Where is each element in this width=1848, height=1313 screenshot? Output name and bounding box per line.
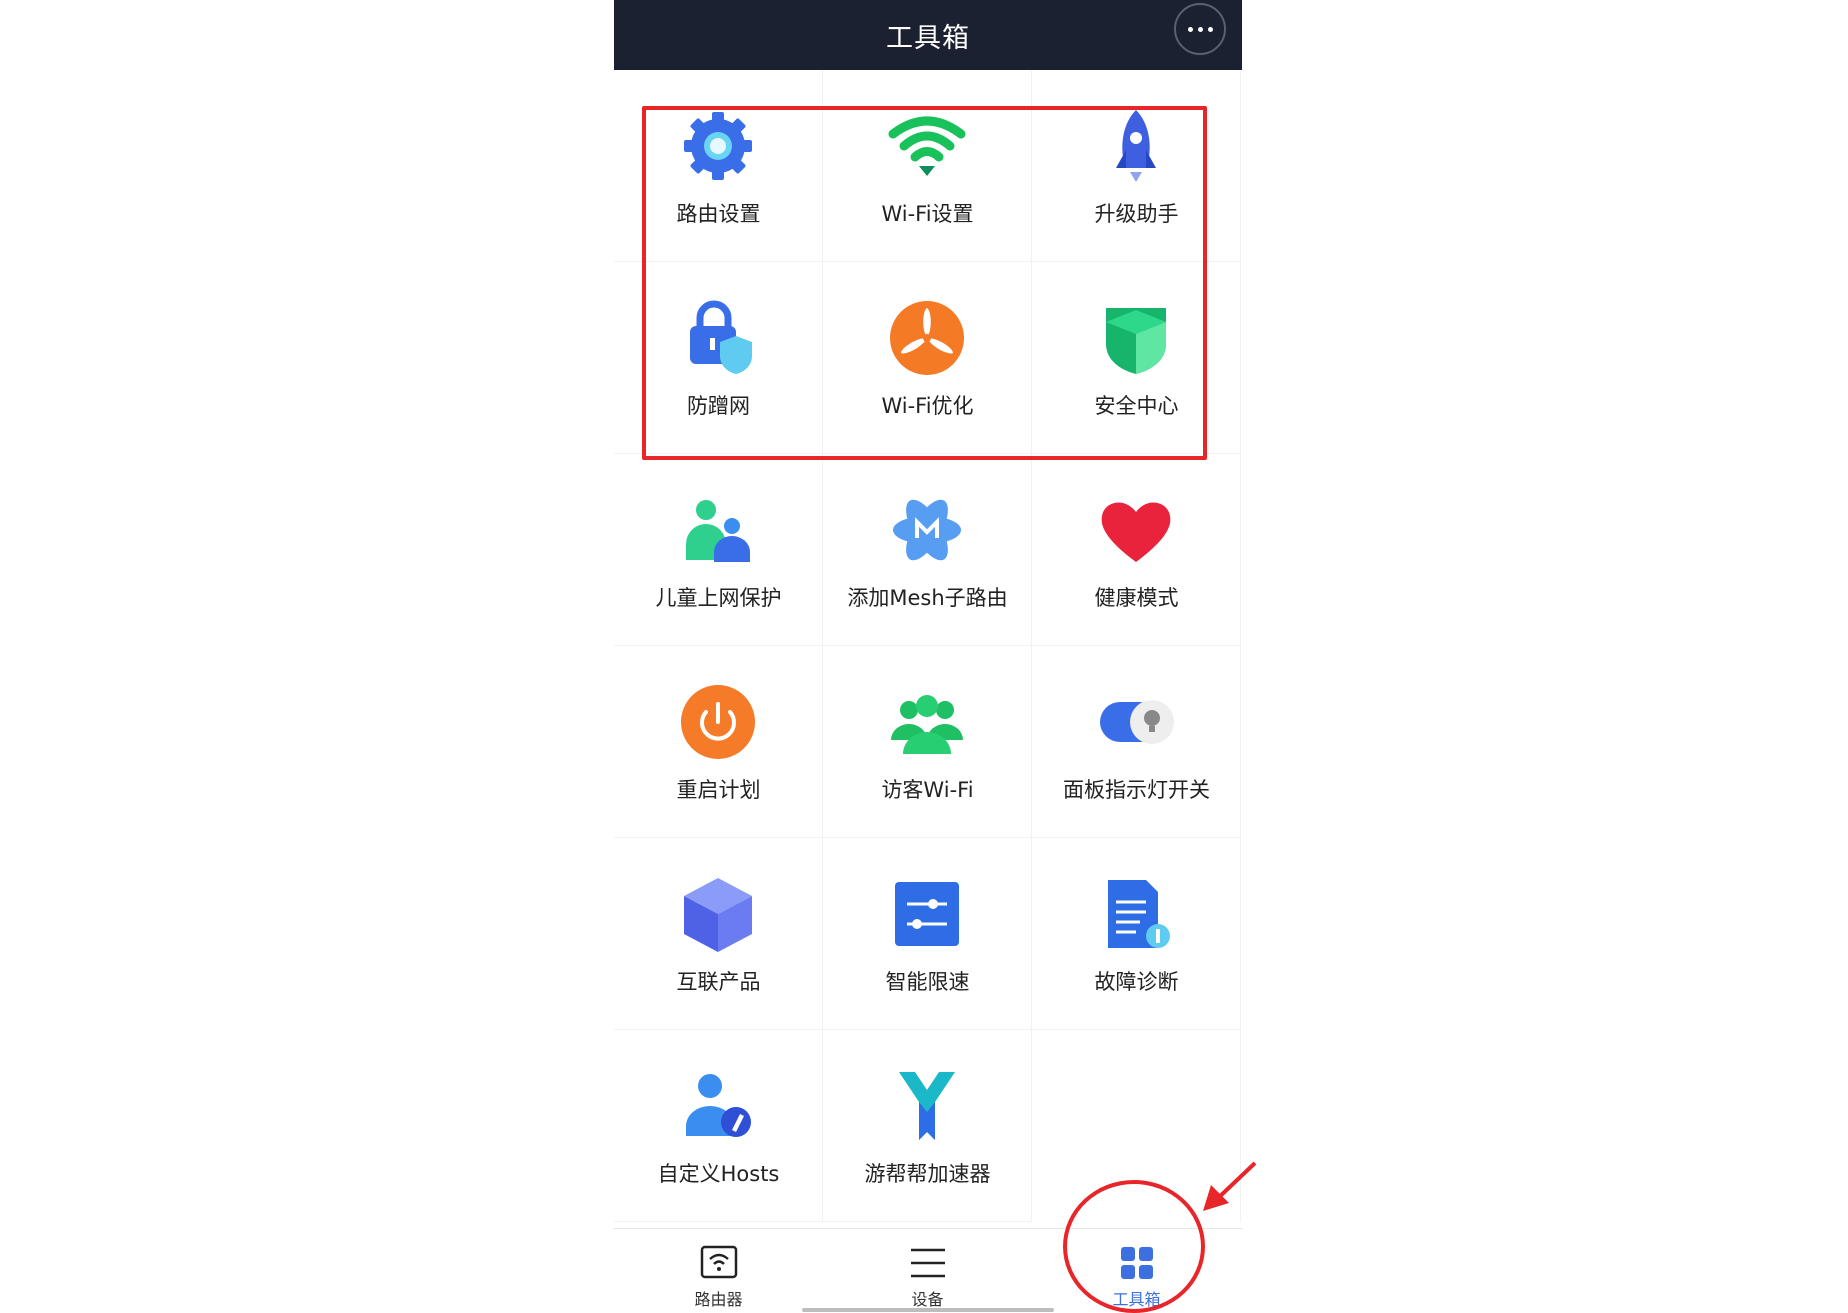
list-icon: [909, 1245, 947, 1281]
page-title: 工具箱: [886, 22, 970, 54]
tool-label: 防蹭网: [687, 394, 750, 418]
tool-item[interactable]: 面板指示灯开关: [1032, 646, 1241, 838]
tab-devices[interactable]: 设备: [823, 1229, 1032, 1312]
tool-label: 游帮帮加速器: [864, 1162, 991, 1186]
more-icon: [1187, 26, 1193, 32]
tool-item[interactable]: 互联产品: [614, 838, 823, 1030]
tab-label: 工具箱: [1112, 1290, 1161, 1309]
tool-item[interactable]: 升级助手: [1032, 70, 1241, 262]
tool-label: 智能限速: [885, 970, 970, 994]
tool-label: Wi-Fi设置: [881, 202, 974, 226]
tool-label: 添加Mesh子路由: [847, 586, 1008, 610]
tab-toolbox[interactable]: 工具箱: [1032, 1229, 1241, 1312]
tool-item[interactable]: 路由设置: [614, 70, 823, 262]
tool-item[interactable]: Wi-Fi设置: [823, 70, 1032, 262]
tool-item[interactable]: 添加Mesh子路由: [823, 454, 1032, 646]
top-bar: 工具箱: [614, 0, 1242, 70]
toggle-bulb-icon: [1096, 682, 1176, 762]
tool-label: 路由设置: [676, 202, 761, 226]
tool-item[interactable]: 自定义Hosts: [614, 1030, 823, 1222]
mesh-icon: [887, 490, 967, 570]
tab-label: 设备: [911, 1290, 944, 1309]
tool-label: 故障诊断: [1094, 970, 1179, 994]
document-icon: [1096, 874, 1176, 954]
bottom-tab-bar: 路由器 设备 工具箱: [614, 1228, 1242, 1312]
router-icon: [700, 1245, 738, 1281]
child-icon: [678, 490, 758, 570]
tool-label: Wi-Fi优化: [881, 394, 974, 418]
tool-item[interactable]: 访客Wi-Fi: [823, 646, 1032, 838]
tool-item[interactable]: 重启计划: [614, 646, 823, 838]
rocket-icon: [1096, 106, 1176, 186]
gear-icon: [678, 106, 758, 186]
tool-item[interactable]: Wi-Fi优化: [823, 262, 1032, 454]
tool-item[interactable]: 游帮帮加速器: [823, 1030, 1032, 1222]
grid-icon: [1118, 1245, 1156, 1281]
more-button[interactable]: [1174, 3, 1226, 55]
cube-icon: [678, 874, 758, 954]
home-indicator: [802, 1308, 1054, 1312]
user-edit-icon: [678, 1066, 758, 1146]
tool-item[interactable]: 安全中心: [1032, 262, 1241, 454]
tool-item[interactable]: 儿童上网保护: [614, 454, 823, 646]
lock-shield-icon: [678, 298, 758, 378]
power-icon: [678, 682, 758, 762]
tool-label: 健康模式: [1094, 586, 1179, 610]
tool-label: 重启计划: [676, 778, 761, 802]
wifi-icon: [887, 106, 967, 186]
tool-item[interactable]: 防蹭网: [614, 262, 823, 454]
tool-label: 互联产品: [676, 970, 761, 994]
tool-label: 升级助手: [1094, 202, 1179, 226]
tool-label: 安全中心: [1094, 394, 1179, 418]
guests-icon: [887, 682, 967, 762]
tool-grid: 路由设置 Wi-Fi设置 升级助手 防蹭网 Wi-Fi优化 安全中心 儿童上网保…: [614, 70, 1242, 1224]
shield-icon: [1096, 298, 1176, 378]
tool-item[interactable]: 健康模式: [1032, 454, 1241, 646]
tab-label: 路由器: [694, 1290, 743, 1309]
tool-label: 访客Wi-Fi: [881, 778, 974, 802]
fan-icon: [887, 298, 967, 378]
accelerator-icon: [887, 1066, 967, 1146]
sliders-icon: [887, 874, 967, 954]
heart-icon: [1096, 490, 1176, 570]
phone-screen: 工具箱 路由设置 Wi-Fi设置 升级助手 防蹭网 Wi-Fi优化 安全中心 儿…: [614, 0, 1242, 1312]
annotation-arrow-icon: [1195, 1155, 1265, 1215]
tool-item[interactable]: 智能限速: [823, 838, 1032, 1030]
tool-label: 自定义Hosts: [657, 1162, 780, 1186]
tab-router[interactable]: 路由器: [614, 1229, 823, 1312]
tool-label: 面板指示灯开关: [1063, 778, 1210, 802]
tool-label: 儿童上网保护: [655, 586, 782, 610]
tool-item[interactable]: 故障诊断: [1032, 838, 1241, 1030]
